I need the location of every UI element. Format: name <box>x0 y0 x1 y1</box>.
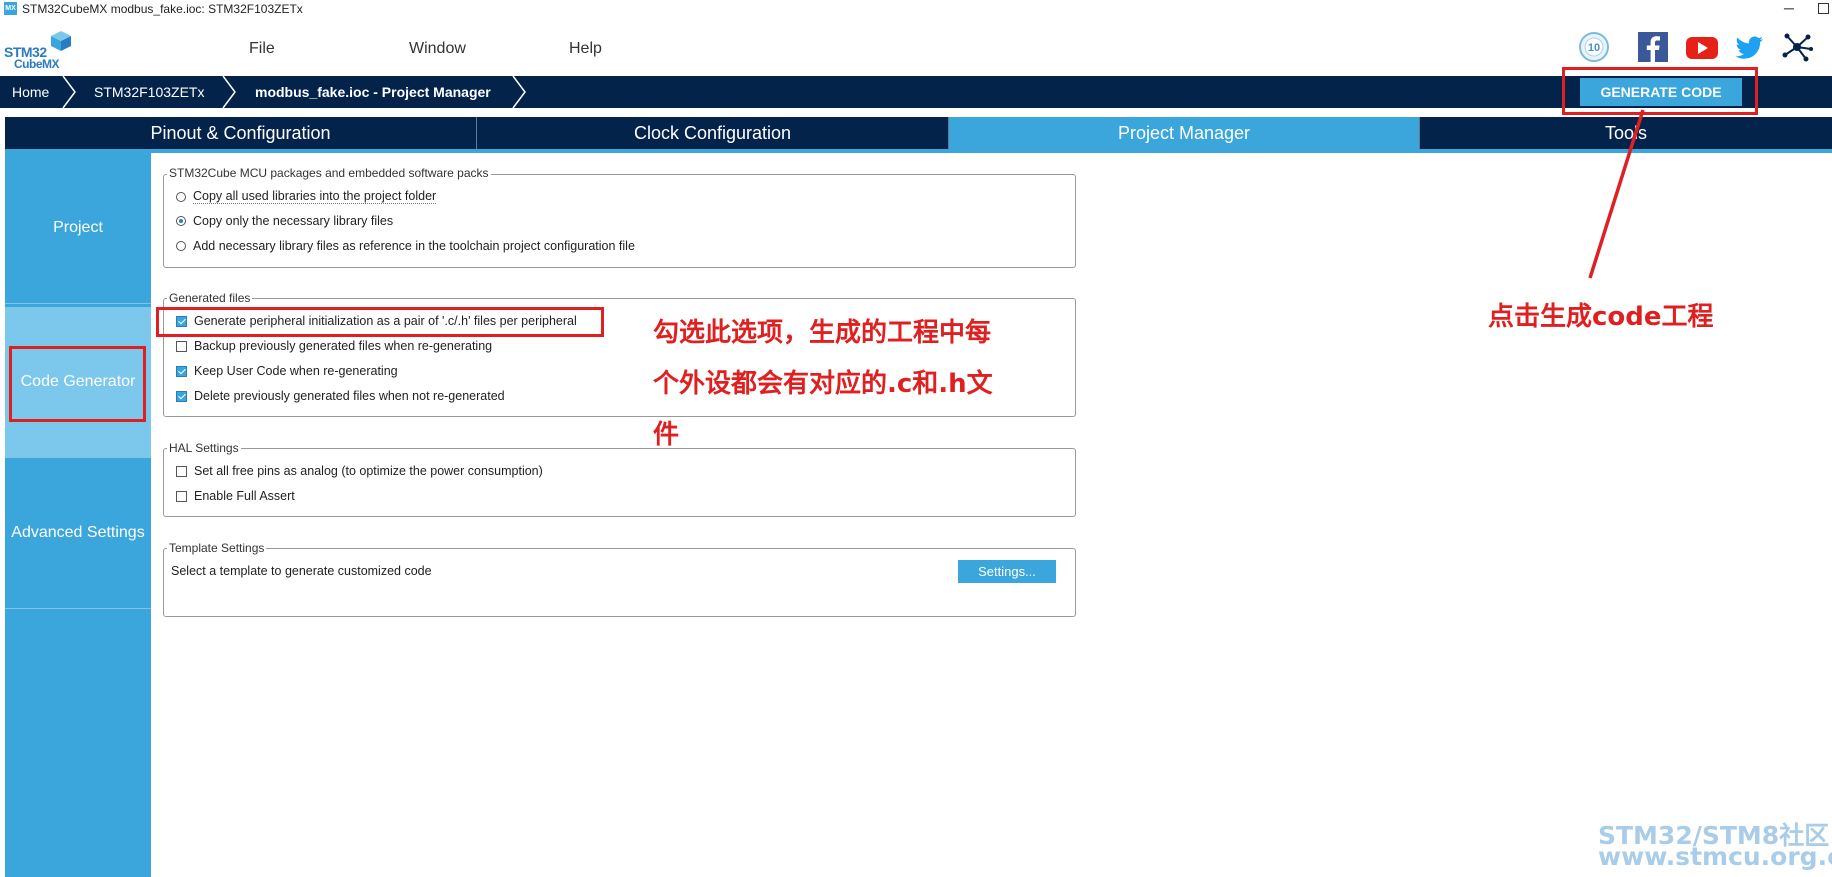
window-title: STM32CubeMX modbus_fake.ioc: STM32F103ZE… <box>22 2 303 16</box>
breadcrumb-chevron-icon <box>512 76 526 108</box>
breadcrumb-home[interactable]: Home <box>12 76 49 108</box>
maximize-button[interactable] <box>1818 3 1829 14</box>
template-settings-legend: Template Settings <box>167 541 267 555</box>
tab-project-manager[interactable]: Project Manager <box>949 117 1420 149</box>
minimize-button[interactable]: ─ <box>1784 0 1794 16</box>
packages-legend: STM32Cube MCU packages and embedded soft… <box>167 166 491 180</box>
option-full-assert[interactable]: Enable Full Assert <box>176 489 295 503</box>
breadcrumb-mcu[interactable]: STM32F103ZETx <box>94 76 204 108</box>
logo-text-cubemx: CubeMX <box>14 57 60 71</box>
annotation-arrow-line <box>1588 109 1645 279</box>
title-bar: MX STM32CubeMX modbus_fake.ioc: STM32F10… <box>0 0 1832 18</box>
twitter-icon[interactable] <box>1733 31 1765 63</box>
option-free-pins-analog[interactable]: Set all free pins as analog (to optimize… <box>176 464 543 478</box>
anniversary-10-icon[interactable]: 10 <box>1578 31 1610 63</box>
sidebar-item-advanced-settings[interactable]: Advanced Settings <box>5 458 151 609</box>
option-label: Enable Full Assert <box>194 489 295 503</box>
option-keep-user-code[interactable]: Keep User Code when re-generating <box>176 364 398 378</box>
option-label: Delete previously generated files when n… <box>194 389 505 403</box>
option-copy-necessary-files[interactable]: Copy only the necessary library files <box>176 214 393 228</box>
breadcrumb-chevron-icon <box>222 76 236 108</box>
checkbox-checked-icon[interactable] <box>176 365 187 377</box>
youtube-icon[interactable] <box>1685 31 1719 63</box>
stm32cubemx-logo: STM32 CubeMX <box>4 28 74 72</box>
option-delete-previous-files[interactable]: Delete previously generated files when n… <box>176 389 505 403</box>
checkbox-icon[interactable] <box>176 490 187 502</box>
annotation-checkbox-note: 勾选此选项，生成的工程中每 个外设都会有对应的.c和.h文 件 <box>653 308 993 461</box>
annotation-box-peripheral-option <box>156 307 604 337</box>
template-settings-group <box>163 548 1076 617</box>
checkbox-icon[interactable] <box>176 465 187 477</box>
option-label: Copy only the necessary library files <box>193 214 394 228</box>
option-label: Backup previously generated files when r… <box>194 339 493 353</box>
option-label: Add necessary library files as reference… <box>193 239 635 253</box>
radio-icon[interactable] <box>176 241 186 251</box>
checkbox-checked-icon[interactable] <box>176 390 187 402</box>
tab-pinout-configuration[interactable]: Pinout & Configuration <box>5 117 477 149</box>
radio-selected-icon[interactable] <box>176 216 186 226</box>
checkbox-icon[interactable] <box>176 340 187 352</box>
network-share-icon[interactable] <box>1781 31 1813 63</box>
annotation-line: 个外设都会有对应的.c和.h文 <box>653 369 993 399</box>
breadcrumb-chevron-icon <box>62 76 76 108</box>
sidebar: Project Code Generator Advanced Settings <box>5 153 151 877</box>
annotation-line: 勾选此选项，生成的工程中每 <box>653 318 992 348</box>
app-icon: MX <box>4 2 17 15</box>
sidebar-item-project[interactable]: Project <box>5 153 151 304</box>
hal-settings-legend: HAL Settings <box>167 441 241 455</box>
watermark-url: www.stmcu.org.cn <box>1598 842 1832 871</box>
option-label: Set all free pins as analog (to optimize… <box>194 464 543 478</box>
template-settings-button[interactable]: Settings... <box>958 560 1056 583</box>
option-label: Keep User Code when re-generating <box>194 364 398 378</box>
option-backup-files[interactable]: Backup previously generated files when r… <box>176 339 492 353</box>
menu-help[interactable]: Help <box>569 40 602 58</box>
tab-clock-configuration[interactable]: Clock Configuration <box>477 117 949 149</box>
generated-files-legend: Generated files <box>167 291 253 305</box>
option-label: Copy all used libraries into the project… <box>193 189 437 204</box>
breadcrumb-project[interactable]: modbus_fake.ioc - Project Manager <box>255 76 491 108</box>
annotation-generate-note: 点击生成code工程 <box>1488 302 1714 332</box>
tab-bar: Pinout & Configuration Clock Configurati… <box>5 117 1832 149</box>
annotation-line: 件 <box>653 420 680 450</box>
tab-underline <box>5 149 1832 153</box>
option-add-as-reference[interactable]: Add necessary library files as reference… <box>176 239 635 253</box>
facebook-icon[interactable] <box>1637 31 1669 63</box>
menu-window[interactable]: Window <box>409 40 466 58</box>
cube-logo-icon <box>51 31 71 51</box>
option-copy-all-libraries[interactable]: Copy all used libraries into the project… <box>176 189 437 204</box>
radio-icon[interactable] <box>176 191 186 202</box>
anniversary-10-label: 10 <box>1588 42 1600 54</box>
template-description: Select a template to generate customized… <box>171 564 432 578</box>
menu-file[interactable]: File <box>249 40 275 58</box>
annotation-box-code-generator <box>9 346 146 422</box>
